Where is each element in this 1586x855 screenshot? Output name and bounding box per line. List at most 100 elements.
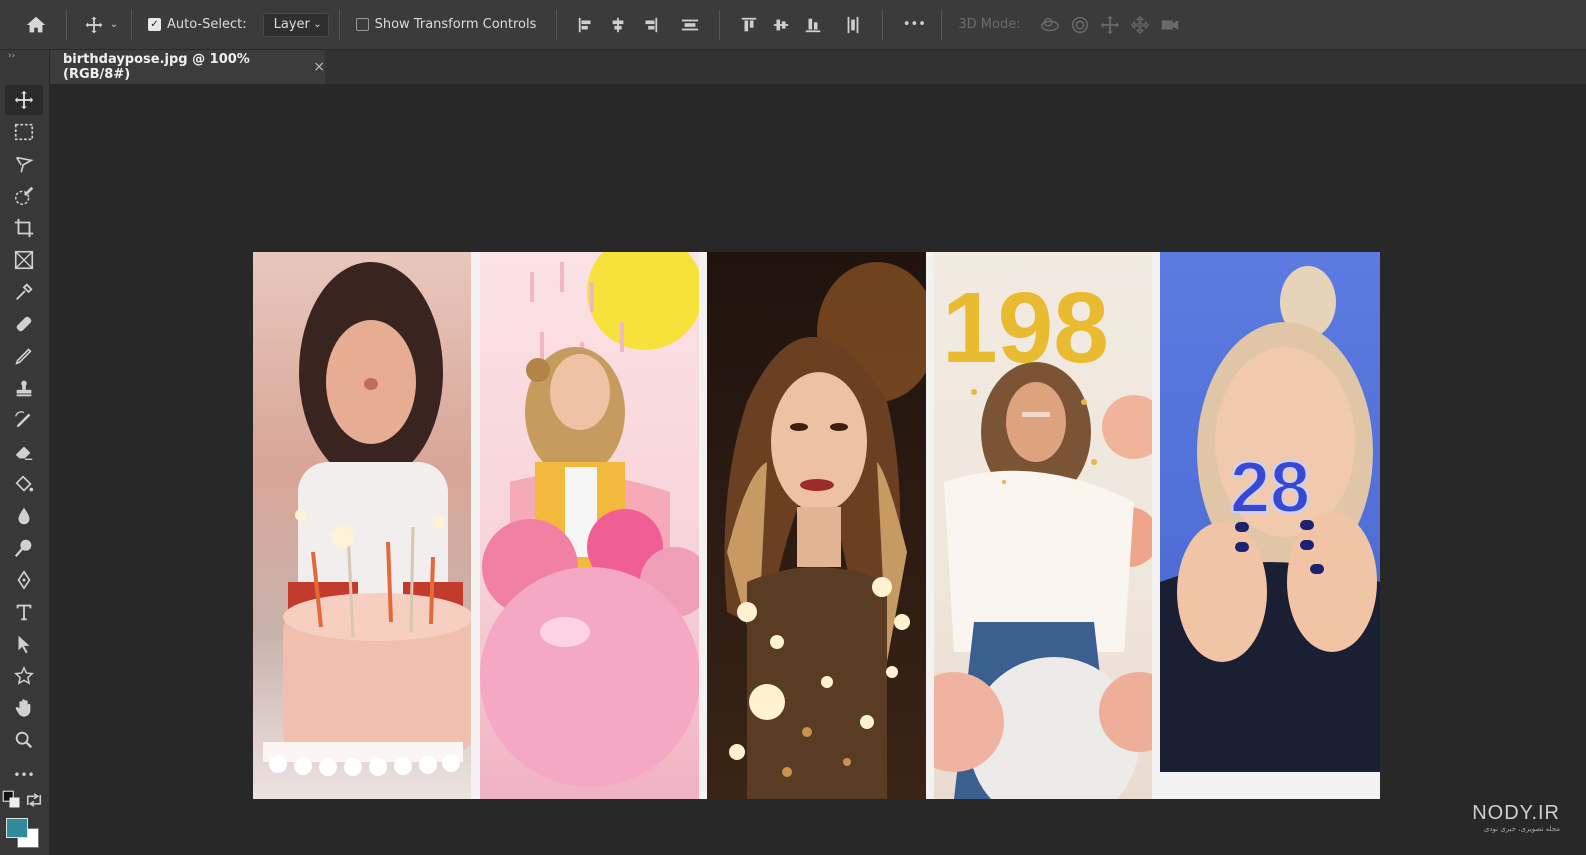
shape-icon [14,665,34,685]
checkbox-box[interactable] [355,18,369,31]
quick-selection-icon [15,186,34,205]
3d-mode-label: 3D Mode: [958,17,1021,32]
stamp-icon [16,380,32,397]
watermark: NODY.IR مجله تصویری، خبری نودی [1472,802,1560,833]
move-icon [14,90,34,110]
align-left-icon[interactable] [573,10,599,40]
checkmark-icon[interactable]: ✓ [148,18,161,31]
magnifier-icon [15,731,33,749]
divider [66,9,67,40]
3d-slide-icon [1127,10,1153,40]
bandage-icon [16,316,32,332]
brush-tool[interactable] [5,341,43,371]
watermark-tagline: مجله تصویری، خبری نودی [1483,825,1560,833]
move-tool-icon[interactable] [81,10,107,40]
photo-panel-balloons [480,252,699,799]
divider [131,9,132,40]
brush-icon [15,348,32,365]
candle-digits-text: 28 [1230,448,1310,528]
auto-select-label: Auto-Select: [167,17,247,32]
healing-brush-tool[interactable] [5,309,43,339]
collapse-panel-icon[interactable]: ›› [0,50,49,64]
document-title: birthdaypose.jpg @ 100% (RGB/8#) [63,52,250,82]
3d-pan-icon [1097,10,1123,40]
path-selection-tool[interactable] [5,629,43,659]
3d-scale-camera-icon [1157,10,1183,40]
photo-panel-sparkler-portrait [707,252,926,799]
birthday-cake-photo [263,262,471,776]
distribute-vertical-icon[interactable] [677,10,703,40]
move-tool[interactable] [5,85,43,115]
eyedropper-tool[interactable] [5,277,43,307]
document-tab[interactable]: birthdaypose.jpg @ 100% (RGB/8#) × [50,50,325,84]
photo-panel-candles-28: 28 [1160,252,1380,799]
document-tab-bar: birthdaypose.jpg @ 100% (RGB/8#) × [50,50,1586,84]
divider [338,9,340,40]
water-drop-icon [18,507,30,525]
arrow-cursor-icon [18,635,30,654]
marquee-icon [14,123,34,141]
divider [719,9,721,40]
pen-icon [17,570,31,590]
crop-tool[interactable] [5,213,43,243]
align-right-icon[interactable] [637,10,663,40]
paint-bucket-icon [15,475,34,492]
show-transform-label: Show Transform Controls [374,17,537,32]
dodge-tool[interactable] [5,533,43,563]
crop-icon [14,218,34,238]
eyedropper-icon [16,283,33,300]
layer-select-value: Layer [273,17,310,32]
clone-stamp-tool[interactable] [5,373,43,403]
home-icon[interactable] [22,10,50,40]
history-brush-tool[interactable] [5,405,43,435]
divider [941,9,943,40]
lasso-tool[interactable] [5,149,43,179]
hand-icon [15,699,31,717]
3d-rotate-icon [1037,10,1063,40]
frame-icon [14,250,34,270]
edit-toolbar-button[interactable]: ••• [5,760,43,790]
eraser-icon [15,446,33,461]
dodge-icon [14,539,32,558]
paint-bucket-tool[interactable] [5,469,43,499]
divider [556,9,558,40]
document-image[interactable]: 198 28 [253,252,1380,799]
custom-shape-tool[interactable] [5,661,43,691]
history-brush-icon [15,411,31,428]
lasso-icon [15,156,34,173]
blur-tool[interactable] [5,501,43,531]
eraser-tool[interactable] [5,437,43,467]
close-icon[interactable]: × [313,59,325,75]
pen-tool[interactable] [5,565,43,595]
auto-select-checkbox[interactable]: ✓ Auto-Select: [142,17,253,32]
zoom-tool[interactable] [5,725,43,755]
hand-tool[interactable] [5,693,43,723]
show-transform-controls-checkbox[interactable]: Show Transform Controls [350,17,543,32]
align-vertical-center-icon[interactable] [768,10,794,40]
sparkler-portrait-photo [724,262,926,799]
rectangular-marquee-tool[interactable] [5,117,43,147]
chevron-down-icon[interactable]: ⌄ [107,10,121,40]
swap-colors-icon[interactable] [24,792,44,808]
default-colors-icon[interactable] [2,790,22,808]
photo-panel-1989-balloons: 198 [934,252,1152,799]
divider [882,9,884,40]
frame-tool[interactable] [5,245,43,275]
auto-select-target-dropdown[interactable]: Layer ⌄ [262,12,329,37]
candles-28-photo: 28 [1160,266,1380,799]
type-tool[interactable] [5,597,43,627]
align-top-icon[interactable] [736,10,762,40]
watermark-brand: NODY.IR [1472,802,1560,824]
distribute-horizontal-icon[interactable] [840,10,866,40]
foreground-color-swatch[interactable] [6,818,28,838]
more-options-icon[interactable]: ••• [897,10,931,40]
quick-selection-tool[interactable] [5,181,43,211]
tools-panel: ›› ••• [0,50,50,855]
align-bottom-icon[interactable] [800,10,826,40]
balloon-woman-photo [480,252,699,787]
options-bar: ⌄ ✓ Auto-Select: Layer ⌄ Show Transform … [0,0,1586,50]
type-icon [16,604,32,621]
chevron-down-icon: ⌄ [313,19,322,30]
align-horizontal-center-icon[interactable] [605,10,631,40]
3d-roll-icon [1067,10,1093,40]
